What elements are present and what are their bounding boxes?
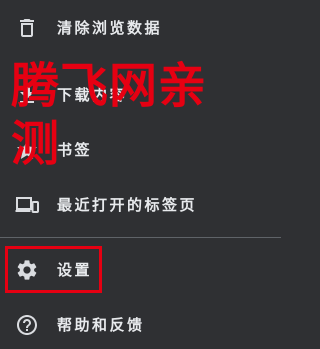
menu-item-label: 书签 [57, 141, 93, 159]
watermark-text: 腾飞网亲 [11, 58, 208, 114]
devices-icon [15, 193, 39, 217]
menu-item-help-feedback[interactable]: 帮助和反馈 [0, 301, 281, 349]
overflow-menu: 清除浏览数据 下载内容 书签 最近打开的标签页 设置 帮助和反馈 腾飞网亲 测 [0, 0, 281, 349]
help-icon [15, 313, 39, 337]
menu-item-label: 清除浏览数据 [57, 19, 163, 37]
trash-icon [15, 16, 39, 40]
menu-item-recent-tabs[interactable]: 最近打开的标签页 [0, 181, 281, 229]
menu-item-clear-browsing-data[interactable]: 清除浏览数据 [0, 4, 281, 52]
menu-item-label: 帮助和反馈 [57, 316, 145, 334]
menu-item-label: 最近打开的标签页 [57, 196, 198, 214]
watermark-text: 测 [11, 116, 61, 172]
menu-divider [0, 237, 281, 238]
highlight-box [5, 246, 102, 293]
